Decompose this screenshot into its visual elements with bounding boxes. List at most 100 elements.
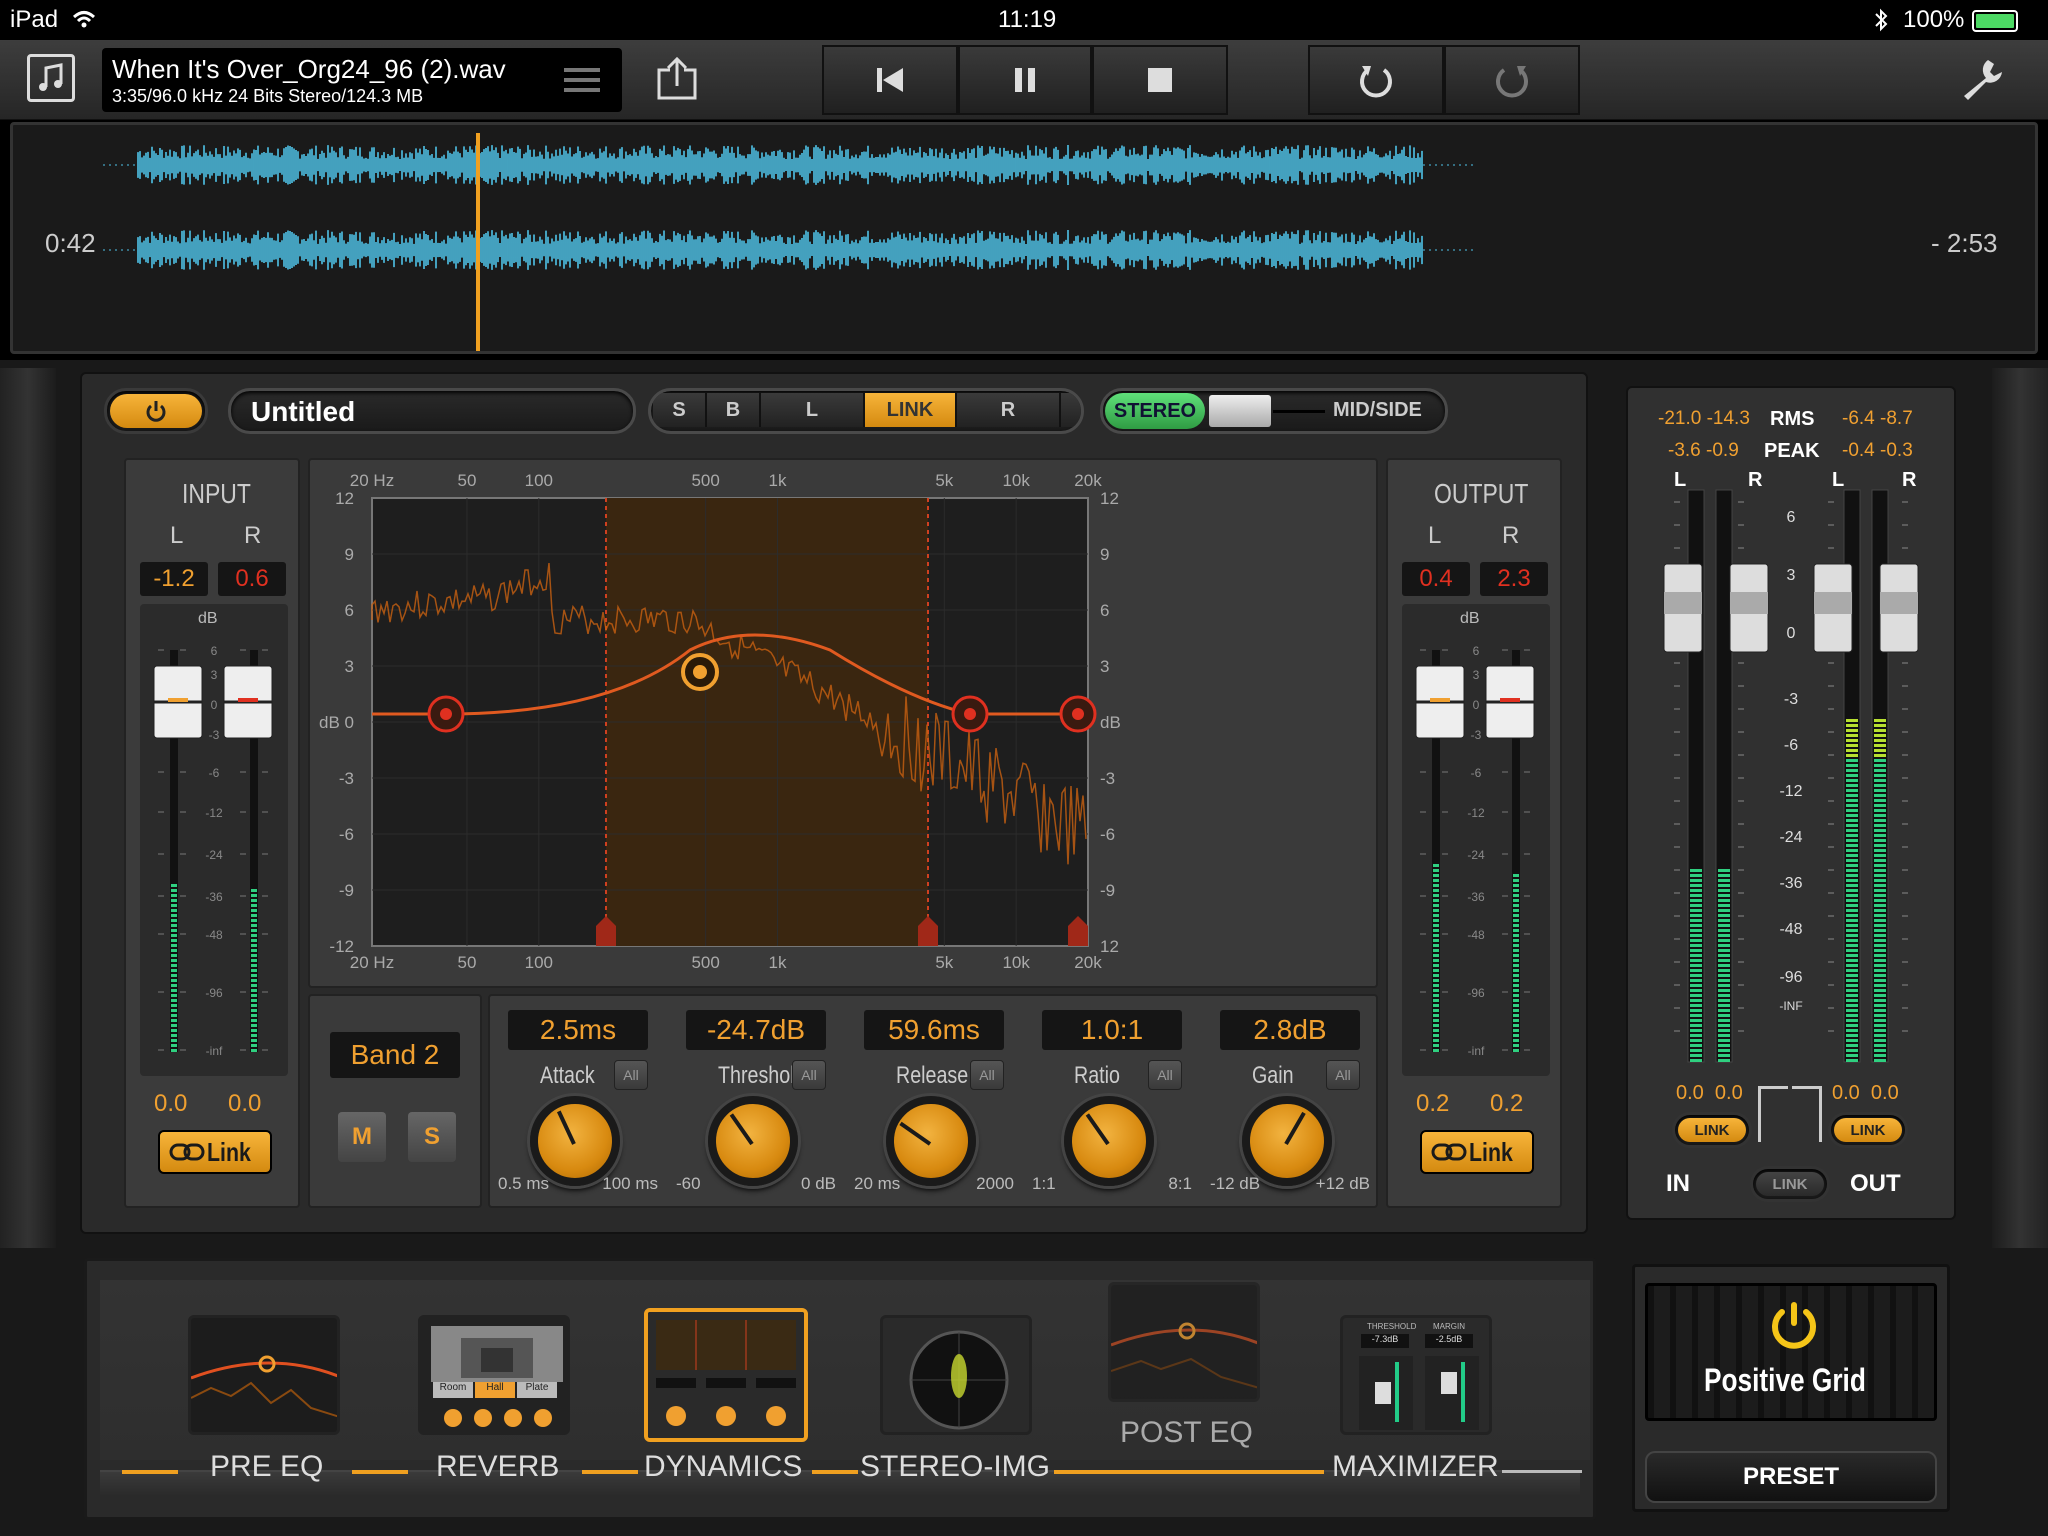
reverb-module[interactable]: Room Hall Plate xyxy=(418,1315,570,1435)
power-toggle[interactable] xyxy=(104,388,208,434)
output-link-label: Link xyxy=(1469,1136,1514,1167)
band-select-4[interactable]: R xyxy=(957,393,1061,427)
rms-label: RMS xyxy=(1770,408,1815,430)
waveform-panel[interactable]: 0:42 - 2:53 xyxy=(10,122,2038,354)
maximizer-label[interactable]: MAXIMIZER xyxy=(1332,1450,1499,1484)
param-value[interactable]: 1.0:1 xyxy=(1042,1010,1182,1050)
input-link-button[interactable]: Link xyxy=(158,1130,272,1174)
band-select-2[interactable]: L xyxy=(761,393,865,427)
freq-tick-bottom: 5k xyxy=(935,953,953,972)
param-value[interactable]: 59.6ms xyxy=(864,1010,1004,1050)
param-all-button[interactable]: All xyxy=(1326,1060,1360,1090)
param-label: Gain xyxy=(1252,1062,1294,1089)
db-tick-left: dB 0 xyxy=(319,713,354,732)
meter-scale: -24 xyxy=(205,848,223,862)
maximizer-module[interactable]: THRESHOLD MARGIN -7.3dB -2.5dB xyxy=(1340,1315,1492,1435)
wifi-icon xyxy=(72,11,96,28)
wrench-icon[interactable] xyxy=(1958,56,2004,102)
band-selector[interactable]: SBLLINKRBS xyxy=(648,388,1084,434)
music-note-icon[interactable] xyxy=(27,54,75,102)
stereo-midside-switch[interactable]: STEREO MID/SIDE xyxy=(1100,388,1448,434)
svg-text:L: L xyxy=(1832,472,1844,491)
stereo-label[interactable]: STEREO xyxy=(1105,393,1205,429)
stop-button[interactable] xyxy=(1092,45,1228,115)
freq-tick-bottom: 1k xyxy=(769,953,787,972)
share-icon[interactable] xyxy=(654,56,700,102)
pre-eq-label[interactable]: PRE EQ xyxy=(210,1450,323,1484)
mute-button[interactable]: M xyxy=(338,1112,386,1162)
param-knob[interactable] xyxy=(886,1096,976,1186)
file-info-box[interactable]: When It's Over_Org24_96 (2).wav 3:35/96.… xyxy=(102,48,622,112)
mode-switch-thumb[interactable] xyxy=(1209,395,1271,427)
param-knob[interactable] xyxy=(1064,1096,1154,1186)
param-max: 0 dB xyxy=(801,1174,836,1193)
skip-back-button[interactable] xyxy=(822,45,958,115)
reverb-label[interactable]: REVERB xyxy=(436,1450,559,1484)
crossover-graph[interactable]: 20 Hz 50 100 500 1k 5k 10k 20k 20 Hz 50 100 500 1k 5k… xyxy=(310,460,1376,986)
redo-button[interactable] xyxy=(1444,45,1580,115)
param-knob[interactable] xyxy=(1242,1096,1332,1186)
input-r-gain: 0.0 xyxy=(228,1090,262,1117)
dynamics-module[interactable] xyxy=(644,1308,808,1442)
output-fader-area[interactable]: dB 6 3 0 -3 -6 -12 -24 -36 -48 -96 -inf xyxy=(1402,604,1550,1076)
pre-eq-thumbnail xyxy=(191,1318,337,1432)
param-all-button[interactable]: All xyxy=(970,1060,1004,1090)
param-release: 59.6ms Release All 20 ms 2000 xyxy=(846,996,1020,1206)
dynamics-label[interactable]: DYNAMICS xyxy=(644,1450,802,1484)
in-link-button[interactable]: LINK xyxy=(1672,1112,1752,1148)
midside-label[interactable]: MID/SIDE xyxy=(1333,399,1422,422)
pause-button[interactable] xyxy=(958,45,1092,115)
param-value[interactable]: 2.5ms xyxy=(508,1010,648,1050)
param-value[interactable]: 2.8dB xyxy=(1220,1010,1360,1050)
master-meter-display[interactable]: L R L R 6 3 0 -3 -6 -12 -24 -36 -48 -96 -INF xyxy=(1628,472,1954,1092)
band-select-3[interactable]: LINK xyxy=(865,393,957,427)
band-select-0[interactable]: S xyxy=(653,393,707,427)
pre-eq-module[interactable] xyxy=(188,1315,340,1435)
stereo-img-module[interactable] xyxy=(880,1315,1032,1435)
in-out-link-button[interactable]: LINK xyxy=(1750,1166,1830,1202)
chain-line xyxy=(1502,1470,1582,1473)
post-eq-module[interactable] xyxy=(1108,1282,1260,1402)
band-select-5[interactable]: B xyxy=(1061,393,1081,427)
param-all-button[interactable]: All xyxy=(792,1060,826,1090)
param-value[interactable]: -24.7dB xyxy=(686,1010,826,1050)
band-label[interactable]: Band 2 xyxy=(330,1032,460,1078)
param-all-button[interactable]: All xyxy=(614,1060,648,1090)
meter-scale: -12 xyxy=(205,806,223,820)
db-tick-right: 12 xyxy=(1100,489,1119,508)
left-rail xyxy=(0,368,56,1248)
freq-tick-bottom: 10k xyxy=(1002,953,1030,972)
input-r-peak: 0.6 xyxy=(218,562,286,596)
in-peak: -3.6 -0.9 xyxy=(1668,440,1739,461)
stereo-img-label[interactable]: STEREO-IMG xyxy=(860,1450,1050,1484)
band-panel: Band 2 M S xyxy=(308,994,482,1208)
out-link-button[interactable]: LINK xyxy=(1828,1112,1908,1148)
db-tick-right: dB xyxy=(1100,713,1121,732)
menu-icon[interactable] xyxy=(564,66,600,94)
param-knob[interactable] xyxy=(708,1096,798,1186)
meter-scale: 0 xyxy=(211,698,218,712)
undo-button[interactable] xyxy=(1308,45,1444,115)
param-knob[interactable] xyxy=(530,1096,620,1186)
master-scale: 6 xyxy=(1787,509,1796,526)
solo-button[interactable]: S xyxy=(408,1112,456,1162)
positive-grid-logo[interactable]: Positive Grid xyxy=(1645,1283,1937,1421)
freq-tick-top: 5k xyxy=(935,471,953,490)
meter-scale: -36 xyxy=(1467,890,1485,904)
master-meters: -21.0 -14.3 RMS -6.4 -8.7 -3.6 -0.9 PEAK… xyxy=(1626,386,1956,1220)
remaining-time: - 2:53 xyxy=(1931,228,1998,258)
master-scale: -INF xyxy=(1779,999,1802,1013)
preset-button[interactable]: PRESET xyxy=(1645,1451,1937,1503)
preset-name-field[interactable]: Untitled xyxy=(228,388,636,434)
master-scale: -48 xyxy=(1779,921,1802,938)
master-scale: -12 xyxy=(1779,783,1802,800)
waveform-display[interactable] xyxy=(13,125,2035,351)
output-link-button[interactable]: Link xyxy=(1420,1130,1534,1174)
param-ratio: 1.0:1 Ratio All 1:1 8:1 xyxy=(1024,996,1198,1206)
band-select-1[interactable]: B xyxy=(707,393,761,427)
freq-tick-top: 20k xyxy=(1074,471,1102,490)
param-all-button[interactable]: All xyxy=(1148,1060,1182,1090)
post-eq-label[interactable]: POST EQ xyxy=(1120,1416,1253,1450)
input-fader-area[interactable]: dB 6 3 0 -3 -6 -12 -24 -36 -48 -96 -inf xyxy=(140,604,288,1076)
param-min: 1:1 xyxy=(1032,1174,1056,1193)
